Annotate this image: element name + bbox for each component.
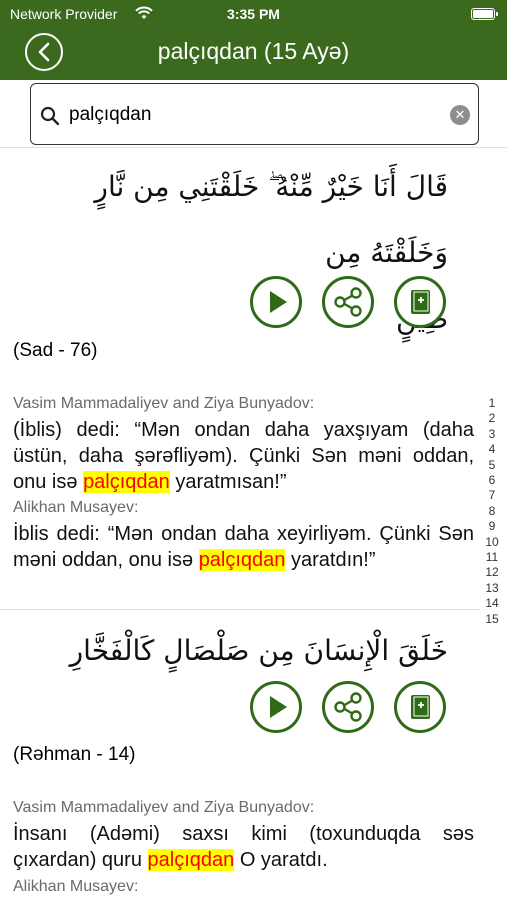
section-index[interactable]: 1 2 3 4 5 6 7 8 9 10 11 12 13 14 15	[477, 396, 507, 627]
verse-reference: (Rəhman - 14)	[13, 744, 136, 765]
index-item[interactable]: 8	[477, 504, 507, 519]
page-title: palçıqdan (15 Ayə)	[157, 38, 350, 64]
status-time: 3:35 PM	[227, 6, 280, 22]
index-item[interactable]: 6	[477, 473, 507, 488]
index-item[interactable]: 11	[477, 550, 507, 565]
translator-name: Alikhan Musayev:	[13, 878, 139, 895]
results-list: قَالَ أَنَا خَيْرٌ مِّنْهُ ۖ خَلَقْتَنِي…	[0, 149, 480, 895]
search-highlight: palçıqdan	[147, 849, 235, 871]
play-button[interactable]	[250, 276, 302, 328]
translator-name: Vasim Mammadaliyev and Ziya Bunyadov:	[13, 799, 315, 816]
arabic-line: قَالَ أَنَا خَيْرٌ مِّنْهُ ۖ خَلَقْتَنِي…	[94, 170, 448, 269]
battery-icon	[471, 8, 498, 20]
share-icon	[334, 692, 362, 722]
search-highlight: palçıqdan	[198, 549, 286, 571]
search-box[interactable]: ✕	[30, 83, 479, 145]
index-item[interactable]: 15	[477, 612, 507, 627]
index-item[interactable]: 10	[477, 535, 507, 550]
translation-text: İblis dedi: “Mən ondan daha xeyirliyəm. …	[13, 523, 474, 571]
play-icon	[270, 696, 287, 718]
index-item[interactable]: 3	[477, 427, 507, 442]
play-button[interactable]	[250, 681, 302, 733]
index-item[interactable]: 13	[477, 581, 507, 596]
share-button[interactable]	[322, 681, 374, 733]
index-item[interactable]: 1	[477, 396, 507, 411]
nav-bar: palçıqdan (15 Ayə)	[0, 28, 507, 80]
index-item[interactable]: 7	[477, 488, 507, 503]
translation-text: İnsanı (Adəmi) saxsı kimi (toxunduqda sə…	[13, 823, 474, 871]
search-icon	[40, 106, 60, 126]
share-button[interactable]	[322, 276, 374, 328]
arabic-line: خَلَقَ الْإِنسَانَ مِن صَلْصَالٍ كَالْفَ…	[69, 634, 448, 667]
verse-actions	[250, 276, 450, 328]
search-highlight: palçıqdan	[83, 471, 170, 493]
translator-name: Alikhan Musayev:	[13, 499, 139, 516]
index-item[interactable]: 4	[477, 442, 507, 457]
bookmark-button[interactable]	[394, 681, 446, 733]
clear-icon[interactable]: ✕	[450, 105, 470, 125]
top-bar: Network Provider 3:35 PM palçıqdan (15 A…	[0, 0, 507, 80]
translation-text: (İblis) dedi: “Mən ondan daha yaxşıyam (…	[13, 419, 474, 493]
index-item[interactable]: 12	[477, 565, 507, 580]
bookmark-book-icon	[411, 290, 430, 314]
verse-actions	[250, 681, 450, 733]
play-icon	[270, 291, 287, 313]
search-area: ✕	[0, 80, 507, 148]
share-icon	[334, 287, 362, 317]
status-bar: Network Provider 3:35 PM	[0, 0, 507, 28]
verse-reference: (Sad - 76)	[13, 340, 98, 361]
index-item[interactable]: 9	[477, 519, 507, 534]
index-item[interactable]: 2	[477, 411, 507, 426]
index-item[interactable]: 14	[477, 596, 507, 611]
index-item[interactable]: 5	[477, 458, 507, 473]
search-input[interactable]	[69, 96, 429, 134]
arabic-text: خَلَقَ الْإِنسَانَ مِن صَلْصَالٍ كَالْفَ…	[0, 613, 480, 684]
result-divider	[0, 609, 480, 610]
bookmark-button[interactable]	[394, 276, 446, 328]
bookmark-book-icon	[411, 695, 430, 719]
translator-name: Vasim Mammadaliyev and Ziya Bunyadov:	[13, 395, 315, 412]
